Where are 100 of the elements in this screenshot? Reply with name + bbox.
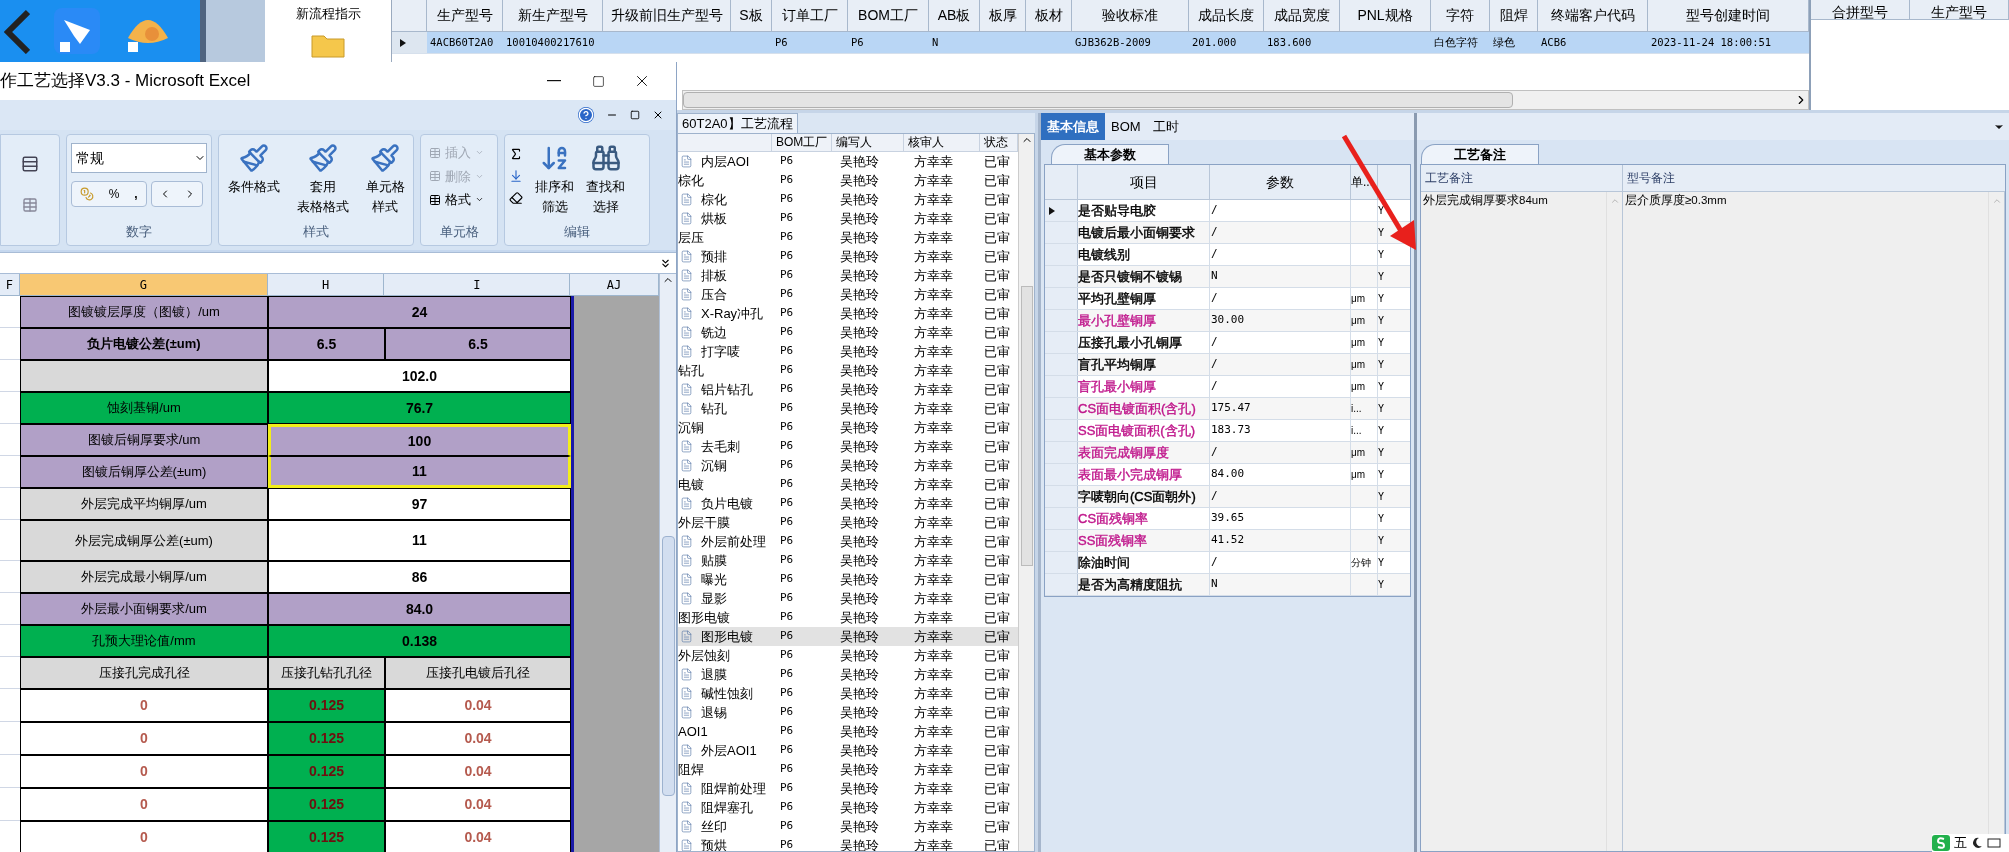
table-row[interactable]: 是否为高精度阻抗 N Y bbox=[1045, 574, 1410, 596]
tree-row[interactable]: 内层AOI P6 吴艳玲 方幸幸 已审 bbox=[678, 152, 1018, 171]
column-header[interactable]: 升级前旧生产型号 bbox=[603, 0, 731, 31]
table-row[interactable]: 字唛朝向(CS面朝外) / Y bbox=[1045, 486, 1410, 508]
tab[interactable]: 工时 bbox=[1146, 113, 1185, 140]
table-row[interactable]: 是否贴导电胶 / Y bbox=[1045, 200, 1410, 222]
tree-row[interactable]: 阻焊塞孔 P6 吴艳玲 方幸幸 已审 bbox=[678, 798, 1018, 817]
tree-row[interactable]: 预排 P6 吴艳玲 方幸幸 已审 bbox=[678, 247, 1018, 266]
tree-row[interactable]: 阻焊前处理 P6 吴艳玲 方幸幸 已审 bbox=[678, 779, 1018, 798]
column-header[interactable]: 终端客户代码 bbox=[1538, 0, 1648, 31]
scroll-thumb[interactable] bbox=[1020, 286, 1033, 566]
panel-tab[interactable]: 60T2A0】工艺流程 bbox=[677, 112, 798, 133]
restore-icon[interactable] bbox=[630, 110, 640, 120]
table-row[interactable]: 是否只镀铜不镀锡 N Y bbox=[1045, 266, 1410, 288]
tree-row[interactable]: 铣边 P6 吴艳玲 方幸幸 已审 bbox=[678, 323, 1018, 342]
table-row[interactable]: SS面电镀面积(含孔) 183.73 i... Y bbox=[1045, 420, 1410, 442]
vertical-scrollbar[interactable] bbox=[659, 274, 676, 852]
tree-row[interactable]: 退锡 P6 吴艳玲 方幸幸 已审 bbox=[678, 703, 1018, 722]
percent-button[interactable]: % bbox=[102, 182, 126, 206]
tree-row[interactable]: 曝光 P6 吴艳玲 方幸幸 已审 bbox=[678, 570, 1018, 589]
column-header[interactable]: 单... bbox=[1351, 165, 1378, 199]
tree-row[interactable]: 层压 P6 吴艳玲 方幸幸 已审 bbox=[678, 228, 1018, 247]
tree-row[interactable]: AOI1 P6 吴艳玲 方幸幸 已审 bbox=[678, 722, 1018, 741]
tree-row[interactable]: 外层蚀刻 P6 吴艳玲 方幸幸 已审 bbox=[678, 646, 1018, 665]
column-header[interactable]: 验收标准 bbox=[1072, 0, 1189, 31]
table-row[interactable]: 除油时间 / 分钟 Y bbox=[1045, 552, 1410, 574]
column-header[interactable]: 阻焊 bbox=[1490, 0, 1538, 31]
column-header[interactable]: 编写人 bbox=[832, 134, 904, 151]
ribbon-button[interactable]: 格式 bbox=[429, 190, 497, 210]
table-row[interactable]: 电镀线别 / Y bbox=[1045, 244, 1410, 266]
column-header[interactable]: PNL规格 bbox=[1340, 0, 1431, 31]
help-icon[interactable] bbox=[578, 107, 594, 123]
column-header[interactable]: 生产型号 bbox=[1910, 0, 2009, 19]
table-row[interactable]: 盲孔最小铜厚 / μm Y bbox=[1045, 376, 1410, 398]
column-header[interactable]: 型号创建时间 bbox=[1648, 0, 1809, 31]
tab[interactable]: BOM bbox=[1105, 113, 1147, 140]
column-header[interactable]: 项目 bbox=[1078, 165, 1210, 199]
column-header[interactable]: 生产型号 bbox=[427, 0, 503, 31]
tree-row[interactable]: 烘板 P6 吴艳玲 方幸幸 已审 bbox=[678, 209, 1018, 228]
ribbon-button[interactable]: 套用 表格格式 bbox=[296, 143, 349, 222]
column-header[interactable]: 字符 bbox=[1431, 0, 1490, 31]
tree-row[interactable]: 排板 P6 吴艳玲 方幸幸 已审 bbox=[678, 266, 1018, 285]
panel-tab[interactable]: 基本参数 bbox=[1051, 143, 1169, 164]
tree-row[interactable]: 显影 P6 吴艳玲 方幸幸 已审 bbox=[678, 589, 1018, 608]
column-header[interactable]: 成品长度 bbox=[1189, 0, 1264, 31]
table-row[interactable]: 电镀后最小面铜要求 / Y bbox=[1045, 222, 1410, 244]
scroll-thumb[interactable] bbox=[661, 536, 675, 796]
eraser-icon[interactable] bbox=[509, 191, 523, 205]
tree-row[interactable]: 打字唛 P6 吴艳玲 方幸幸 已审 bbox=[678, 342, 1018, 361]
comma-button[interactable]: , bbox=[126, 182, 146, 206]
tree-row[interactable]: 压合 P6 吴艳玲 方幸幸 已审 bbox=[678, 285, 1018, 304]
column-header[interactable]: F bbox=[0, 274, 20, 295]
tree-row[interactable]: 外层前处理 P6 吴艳玲 方幸幸 已审 bbox=[678, 532, 1018, 551]
column-header[interactable]: S板 bbox=[731, 0, 772, 31]
table-row[interactable]: CS面残铜率 39.65 Y bbox=[1045, 508, 1410, 530]
column-header[interactable]: 合拼型号 bbox=[1811, 0, 1910, 19]
table-row[interactable]: 盲孔平均铜厚 / μm Y bbox=[1045, 354, 1410, 376]
keyboard-icon[interactable] bbox=[1987, 837, 2001, 849]
close-workbook-icon[interactable] bbox=[652, 109, 664, 121]
tree-row[interactable]: 阻焊 P6 吴艳玲 方幸幸 已审 bbox=[678, 760, 1018, 779]
table-row[interactable]: 4ACB60T2A0 10010400217610 P6 P6 N GJB362B-2009 201.000 183.600 白色字符 绿色 ACB6 2023-11-24 18:00:51 bbox=[392, 32, 1809, 54]
ribbon-button[interactable]: 条件格式 bbox=[227, 143, 280, 222]
tree-row[interactable]: 碱性蚀刻 P6 吴艳玲 方幸幸 已审 bbox=[678, 684, 1018, 703]
tree-row[interactable]: X-Ray冲孔 P6 吴艳玲 方幸幸 已审 bbox=[678, 304, 1018, 323]
tree-row[interactable]: 棕化 P6 吴艳玲 方幸幸 已审 bbox=[678, 171, 1018, 190]
fill-down-icon[interactable] bbox=[509, 169, 523, 183]
column-header[interactable]: 型号备注 bbox=[1623, 165, 2005, 191]
tree-row[interactable]: 去毛刺 P6 吴艳玲 方幸幸 已审 bbox=[678, 437, 1018, 456]
column-header[interactable]: 成品宽度 bbox=[1264, 0, 1340, 31]
table-row[interactable]: 表面最小完成铜厚 84.00 μm Y bbox=[1045, 464, 1410, 486]
tree-row[interactable]: 预烘 P6 吴艳玲 方幸幸 已审 bbox=[678, 836, 1018, 851]
tree-row[interactable]: 棕化 P6 吴艳玲 方幸幸 已审 bbox=[678, 190, 1018, 209]
tree-row[interactable]: 负片电镀 P6 吴艳玲 方幸幸 已审 bbox=[678, 494, 1018, 513]
panel-tab[interactable]: 工艺备注 bbox=[1421, 143, 1539, 164]
tree-row[interactable]: 钻孔 P6 吴艳玲 方幸幸 已审 bbox=[678, 399, 1018, 418]
table-row[interactable]: 压接孔最小孔铜厚 / μm Y bbox=[1045, 332, 1410, 354]
column-header[interactable]: 订单工厂 bbox=[772, 0, 848, 31]
ribbon-button[interactable]: 查找和 选择 bbox=[586, 143, 625, 222]
tree-row[interactable]: 外层干膜 P6 吴艳玲 方幸幸 已审 bbox=[678, 513, 1018, 532]
column-header[interactable]: 新生产型号 bbox=[503, 0, 603, 31]
column-header[interactable]: 参数 bbox=[1210, 165, 1351, 199]
column-header[interactable]: G bbox=[19, 274, 268, 295]
table-row[interactable]: CS面电镀面积(含孔) 175.47 i... Y bbox=[1045, 398, 1410, 420]
column-header[interactable]: AB板 bbox=[929, 0, 980, 31]
tree-row[interactable]: 贴膜 P6 吴艳玲 方幸幸 已审 bbox=[678, 551, 1018, 570]
tree-row[interactable]: 图形电镀 P6 吴艳玲 方幸幸 已审 bbox=[678, 608, 1018, 627]
column-header[interactable]: I bbox=[384, 274, 571, 295]
ime-mode[interactable]: 五 bbox=[1954, 833, 1967, 852]
bird-app-icon[interactable] bbox=[54, 8, 100, 54]
column-header[interactable]: 工艺备注 bbox=[1421, 165, 1623, 191]
column-header[interactable]: 板厚 bbox=[980, 0, 1026, 31]
tree-row[interactable]: 丝印 P6 吴艳玲 方幸幸 已审 bbox=[678, 817, 1018, 836]
tree-row[interactable]: 外层AOI1 P6 吴艳玲 方幸幸 已审 bbox=[678, 741, 1018, 760]
column-header[interactable]: H bbox=[267, 274, 385, 295]
column-header[interactable]: BOM工厂 bbox=[772, 134, 832, 151]
tree-row[interactable]: 电镀 P6 吴艳玲 方幸幸 已审 bbox=[678, 475, 1018, 494]
text-area[interactable]: 外层完成铜厚要求84um bbox=[1421, 192, 1623, 851]
sum-icon[interactable] bbox=[509, 147, 523, 161]
table-row[interactable]: 平均孔壁铜厚 / μm Y bbox=[1045, 288, 1410, 310]
tree-row[interactable]: 沉铜 P6 吴艳玲 方幸幸 已审 bbox=[678, 456, 1018, 475]
